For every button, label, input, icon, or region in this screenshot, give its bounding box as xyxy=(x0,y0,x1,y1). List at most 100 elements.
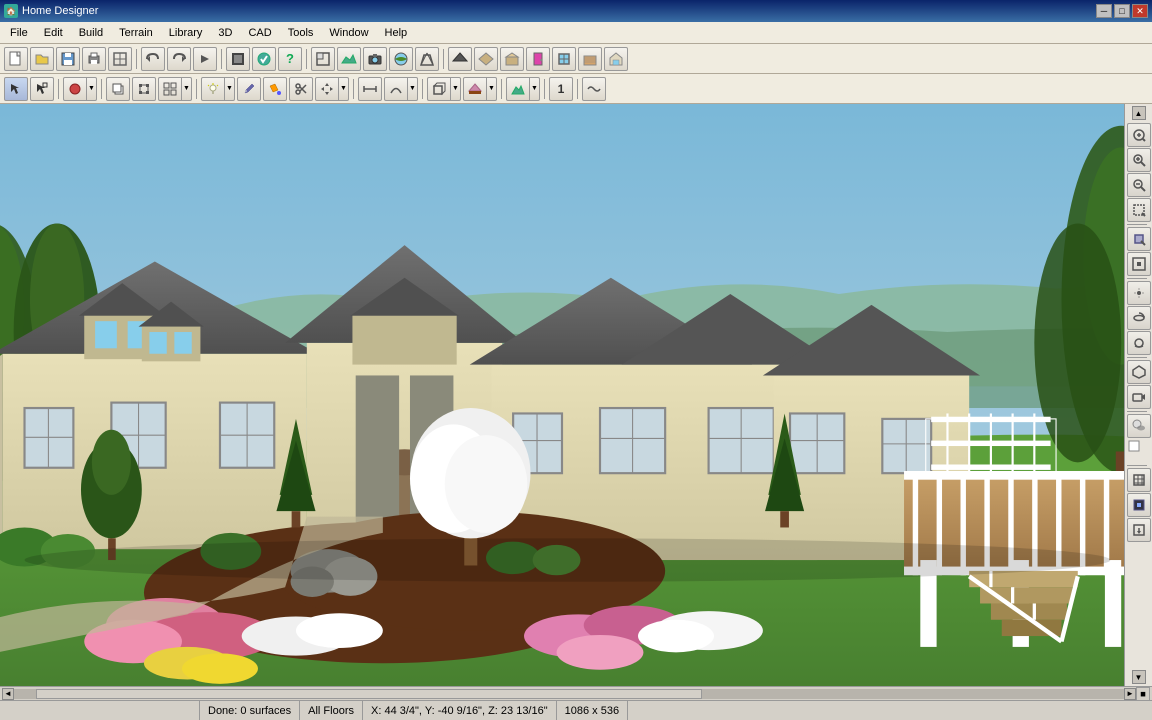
floorplan-btn[interactable] xyxy=(311,47,335,71)
menu-file[interactable]: File xyxy=(2,25,36,41)
new-button[interactable] xyxy=(4,47,28,71)
hscroll-thumb[interactable] xyxy=(36,689,702,699)
edit-select-tool[interactable] xyxy=(30,77,54,101)
wave-tool[interactable] xyxy=(582,77,606,101)
path-dropdown-arrow[interactable]: ▼ xyxy=(408,77,418,101)
forward-button[interactable] xyxy=(193,47,217,71)
main-content: ▲ xyxy=(0,104,1152,700)
array-tool[interactable] xyxy=(158,77,182,101)
light-tool-group: ▼ xyxy=(201,77,235,101)
array-dropdown-arrow[interactable]: ▼ xyxy=(182,77,192,101)
garage-btn[interactable] xyxy=(604,47,628,71)
roof-btn[interactable] xyxy=(448,47,472,71)
circle-tool[interactable] xyxy=(63,77,87,101)
view3d-btn[interactable] xyxy=(389,47,413,71)
menu-3d[interactable]: 3D xyxy=(210,25,240,41)
pencil-tool[interactable] xyxy=(237,77,261,101)
path-tool[interactable] xyxy=(384,77,408,101)
canvas-area[interactable] xyxy=(0,104,1124,686)
status-bar: Done: 0 surfaces All Floors X: 44 3/4", … xyxy=(0,700,1152,720)
sep-t2-8 xyxy=(577,79,578,99)
maximize-button[interactable]: □ xyxy=(1114,4,1130,18)
menu-edit[interactable]: Edit xyxy=(36,25,71,41)
light-dropdown-arrow[interactable]: ▼ xyxy=(225,77,235,101)
transform-tool[interactable] xyxy=(132,77,156,101)
pan-btn[interactable] xyxy=(1127,281,1151,305)
elevation-tool[interactable] xyxy=(463,77,487,101)
command-input[interactable] xyxy=(4,705,195,717)
menu-window[interactable]: Window xyxy=(321,25,376,41)
export-btn[interactable] xyxy=(1127,518,1151,542)
terrain-view-btn[interactable] xyxy=(337,47,361,71)
copy-tool[interactable] xyxy=(106,77,130,101)
close-button[interactable]: ✕ xyxy=(1132,4,1148,18)
zoom-area-btn[interactable] xyxy=(1127,198,1151,222)
zoom-full-btn[interactable] xyxy=(1127,252,1151,276)
scissors-tool[interactable] xyxy=(289,77,313,101)
menu-tools[interactable]: Tools xyxy=(280,25,322,41)
layout-button[interactable] xyxy=(108,47,132,71)
orbit2-btn[interactable] xyxy=(1127,331,1151,355)
title-bar-left: 🏠 Home Designer xyxy=(4,4,98,18)
door-btn[interactable] xyxy=(526,47,550,71)
elevation-dropdown-arrow[interactable]: ▼ xyxy=(487,77,497,101)
menu-library[interactable]: Library xyxy=(161,25,211,41)
zoom-in-btn[interactable] xyxy=(1127,148,1151,172)
paint-tool[interactable] xyxy=(263,77,287,101)
vscroll-up-arrow[interactable]: ▲ xyxy=(1132,106,1146,120)
box-tool-group: ▼ xyxy=(427,77,461,101)
perspective-btn[interactable] xyxy=(415,47,439,71)
orbit-btn[interactable] xyxy=(1127,306,1151,330)
print-button[interactable] xyxy=(82,47,106,71)
select3d-btn[interactable] xyxy=(1127,360,1151,384)
number-tool[interactable]: 1 xyxy=(549,77,573,101)
dimension-tool[interactable] xyxy=(358,77,382,101)
render-btn[interactable] xyxy=(226,47,250,71)
camera2-btn[interactable] xyxy=(1127,385,1151,409)
shadow-btn[interactable] xyxy=(1127,414,1151,438)
right-panel: ▲ xyxy=(1124,104,1152,686)
menu-cad[interactable]: CAD xyxy=(240,25,279,41)
save-button[interactable] xyxy=(56,47,80,71)
wall-btn[interactable] xyxy=(474,47,498,71)
render3-btn[interactable] xyxy=(1127,493,1151,517)
camera-btn[interactable] xyxy=(363,47,387,71)
box-tool[interactable] xyxy=(427,77,451,101)
vscroll-down-arrow[interactable]: ▼ xyxy=(1132,670,1146,684)
minimize-button[interactable]: ─ xyxy=(1096,4,1112,18)
zoom-selected-btn[interactable] xyxy=(1127,227,1151,251)
undo-button[interactable] xyxy=(141,47,165,71)
status-coordinates: X: 44 3/4", Y: -40 9/16", Z: 23 13/16" xyxy=(363,701,557,720)
sep2 xyxy=(221,49,222,69)
title-bar-controls: ─ □ ✕ xyxy=(1096,4,1148,18)
light-tool[interactable] xyxy=(201,77,225,101)
terrain-dropdown-arrow[interactable]: ▼ xyxy=(530,77,540,101)
window-btn[interactable] xyxy=(552,47,576,71)
terrain-tool[interactable] xyxy=(506,77,530,101)
hscroll-left-arrow[interactable]: ◄ xyxy=(2,688,14,700)
hscroll-right-arrow[interactable]: ► xyxy=(1124,688,1136,700)
select-tool[interactable] xyxy=(4,77,28,101)
box-dropdown-arrow[interactable]: ▼ xyxy=(451,77,461,101)
zoom-out-btn[interactable] xyxy=(1127,173,1151,197)
menu-help[interactable]: Help xyxy=(377,25,416,41)
toolbar-2: ▼ ▼ ▼ ▼ ▼ xyxy=(0,74,1152,104)
check-btn[interactable] xyxy=(252,47,276,71)
circle-dropdown-arrow[interactable]: ▼ xyxy=(87,77,97,101)
status-input-area[interactable] xyxy=(0,701,200,720)
menu-terrain[interactable]: Terrain xyxy=(111,25,161,41)
redo-button[interactable] xyxy=(167,47,191,71)
floor-btn[interactable] xyxy=(500,47,524,71)
move-tool[interactable] xyxy=(315,77,339,101)
move-dropdown-arrow[interactable]: ▼ xyxy=(339,77,349,101)
hscroll-track[interactable] xyxy=(14,689,1124,699)
open-button[interactable] xyxy=(30,47,54,71)
menu-build[interactable]: Build xyxy=(71,25,111,41)
sep1 xyxy=(136,49,137,69)
sep-t2-3 xyxy=(196,79,197,99)
grid-btn[interactable] xyxy=(1127,468,1151,492)
zoom-fit-btn[interactable] xyxy=(1127,123,1151,147)
status-floors: All Floors xyxy=(300,701,363,720)
help-btn[interactable]: ? xyxy=(278,47,302,71)
deck-btn[interactable] xyxy=(578,47,602,71)
